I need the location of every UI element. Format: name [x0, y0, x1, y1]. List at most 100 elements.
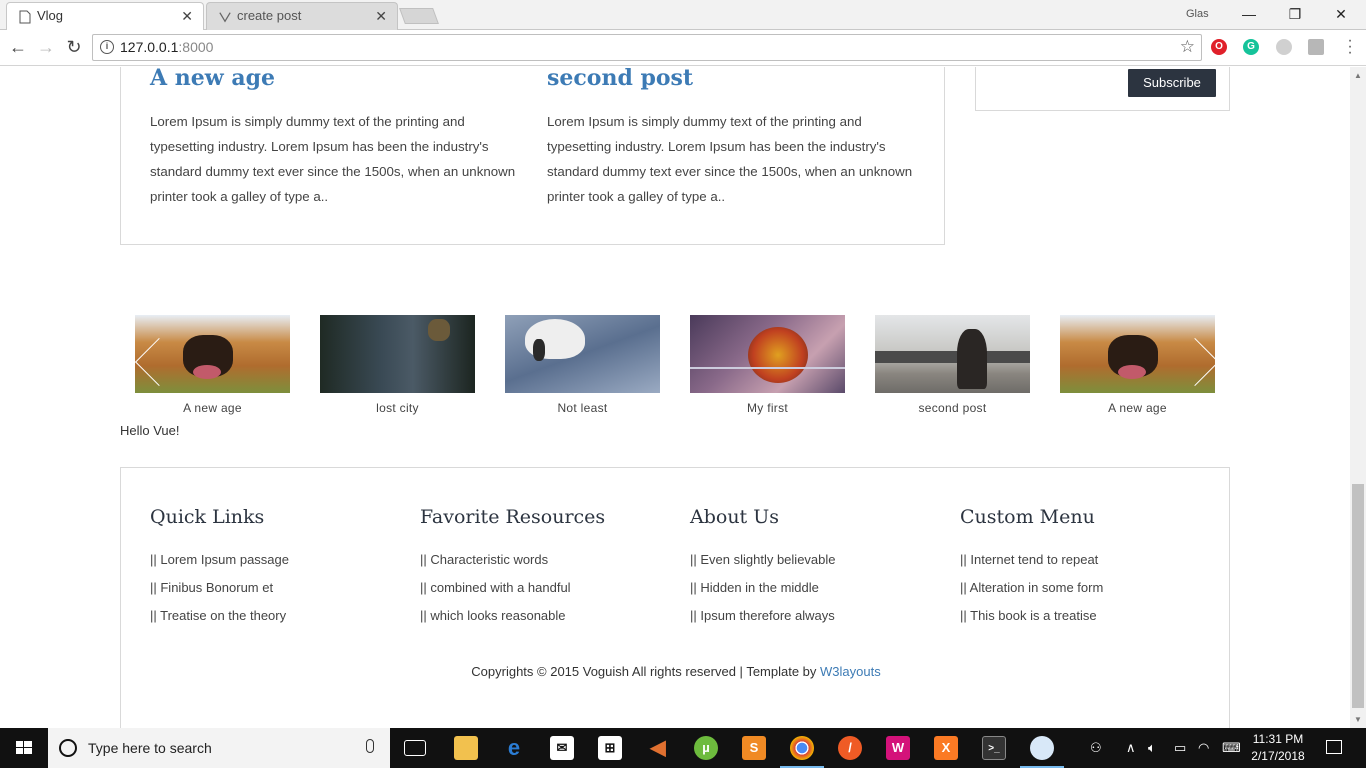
posts-panel: A new age Lorem Ipsum is simply dummy te…	[120, 67, 945, 245]
post-title[interactable]: second post	[547, 67, 693, 91]
action-center-icon[interactable]	[1326, 740, 1342, 754]
info-icon[interactable]: i	[100, 40, 114, 54]
footer-link[interactable]: || Hidden in the middle	[690, 574, 940, 602]
scroll-up-icon[interactable]: ▲	[1354, 71, 1362, 80]
footer-column-custom-menu: Custom Menu || Internet tend to repeat |…	[960, 506, 1210, 630]
post-title[interactable]: A new age	[150, 67, 275, 91]
footer-heading: Favorite Resources	[420, 506, 606, 528]
carousel-slide[interactable]: My first	[690, 315, 845, 415]
slide-caption: Not least	[557, 401, 608, 415]
battery-icon[interactable]: ▭	[1174, 740, 1186, 756]
profile-label[interactable]: Glas	[1186, 8, 1209, 20]
street-image	[875, 315, 1030, 393]
scrollbar-thumb[interactable]	[1352, 484, 1364, 708]
new-tab-button[interactable]	[399, 8, 439, 24]
minimize-button[interactable]: —	[1226, 0, 1272, 30]
carousel-slide[interactable]: lost city	[320, 315, 475, 415]
scroll-down-icon[interactable]: ▼	[1354, 715, 1362, 724]
tab-title: Vlog	[37, 8, 64, 23]
file-explorer-icon[interactable]	[454, 736, 478, 760]
footer-link[interactable]: || Internet tend to repeat	[960, 546, 1210, 574]
bookmark-star-icon[interactable]: ☆	[1180, 37, 1195, 57]
wifi-icon[interactable]: ◠	[1198, 740, 1209, 756]
footer-link[interactable]: || Treatise on the theory	[150, 602, 400, 630]
window-close-button[interactable]: ✕	[1318, 0, 1364, 30]
w3layouts-link[interactable]: W3layouts	[820, 664, 881, 679]
chevron-up-icon[interactable]: ∧	[1126, 740, 1136, 756]
slide-caption: second post	[918, 401, 987, 415]
wamp-icon[interactable]: W	[886, 736, 910, 760]
forward-icon[interactable]: →	[34, 36, 58, 60]
clock-date: 2/17/2018	[1251, 749, 1305, 763]
people-icon[interactable]: ⚇	[1090, 740, 1102, 756]
image-carousel: A new age lost city Not least My first s…	[120, 315, 1230, 425]
footer-heading: Quick Links	[150, 506, 265, 528]
postman-icon[interactable]: /	[838, 736, 862, 760]
back-icon[interactable]: ←	[6, 36, 30, 60]
volume-icon[interactable]: 🔈︎	[1148, 740, 1156, 756]
speaker-app-icon[interactable]: ◀	[646, 736, 670, 760]
xampp-icon[interactable]: X	[934, 736, 958, 760]
footer-column-about-us: About Us || Even slightly believable || …	[690, 506, 940, 630]
post-excerpt: Lorem Ipsum is simply dummy text of the …	[547, 114, 913, 204]
slide-caption: My first	[746, 401, 789, 415]
slide-caption: A new age	[1108, 401, 1167, 415]
page-viewport: A new age Lorem Ipsum is simply dummy te…	[0, 67, 1350, 728]
page-scrollbar[interactable]: ▲ ▼	[1350, 67, 1366, 728]
footer-link[interactable]: || Characteristic words	[420, 546, 670, 574]
utorrent-icon[interactable]: µ	[694, 736, 718, 760]
footer-heading: Custom Menu	[960, 506, 1095, 528]
footer-link[interactable]: || Finibus Bonorum et	[150, 574, 400, 602]
taskbar-search[interactable]: Type here to search	[48, 728, 390, 768]
footer-column-favorite-resources: Favorite Resources || Characteristic wor…	[420, 506, 670, 630]
start-button[interactable]	[0, 728, 48, 768]
tab-strip: Vlog ✕ create post ✕ Glas — ❐ ✕	[0, 0, 1366, 31]
clock-time: 11:31 PM	[1252, 732, 1304, 746]
sublime-text-icon[interactable]: S	[742, 736, 766, 760]
copyright-text: Copyrights © 2015 Voguish All rights res…	[471, 664, 821, 679]
carousel-slide[interactable]: second post	[875, 315, 1030, 415]
tab-create-post[interactable]: create post ✕	[206, 2, 398, 30]
subscribe-button[interactable]: Subscribe	[1128, 69, 1216, 97]
windows-taskbar: Type here to search e ✉ ⊞ ◀ µ S / W X >_…	[0, 728, 1366, 768]
footer-link[interactable]: || Ipsum therefore always	[690, 602, 940, 630]
address-bar[interactable]: i 127.0.0.1:8000 ☆	[92, 34, 1202, 61]
tab-vlog[interactable]: Vlog ✕	[6, 2, 204, 31]
menu-icon[interactable]: · · ·	[1346, 33, 1354, 61]
hello-text: Hello Vue!	[120, 423, 180, 438]
copyright: Copyrights © 2015 Voguish All rights res…	[121, 664, 1231, 679]
close-icon[interactable]: ✕	[181, 3, 193, 29]
search-placeholder: Type here to search	[88, 740, 212, 756]
task-view-icon[interactable]	[404, 740, 426, 756]
footer-link[interactable]: || Even slightly believable	[690, 546, 940, 574]
footer-link[interactable]: || This book is a treatise	[960, 602, 1210, 630]
clock[interactable]: 11:31 PM 2/17/2018	[1248, 731, 1308, 765]
keyboard-icon[interactable]: ⌨︎	[1222, 740, 1241, 756]
mail-icon[interactable]: ✉	[550, 736, 574, 760]
slide-caption: A new age	[183, 401, 242, 415]
restore-button[interactable]: ❐	[1272, 0, 1318, 30]
terminal-icon[interactable]: >_	[982, 736, 1006, 760]
footer-link[interactable]: || combined with a handful	[420, 574, 670, 602]
extension-icon[interactable]	[1276, 39, 1292, 55]
grammarly-extension-icon[interactable]: G	[1243, 39, 1259, 55]
footer-link[interactable]: || Lorem Ipsum passage	[150, 546, 400, 574]
edge-icon[interactable]: e	[502, 736, 526, 760]
close-icon[interactable]: ✕	[375, 3, 387, 29]
windows-logo-icon	[16, 741, 32, 754]
footer-link[interactable]: || Alteration in some form	[960, 574, 1210, 602]
reload-icon[interactable]: ↻	[62, 36, 86, 60]
pdf-extension-icon[interactable]	[1308, 39, 1324, 55]
swan-image	[505, 315, 660, 393]
opera-extension-icon[interactable]: O	[1211, 39, 1227, 55]
vue-icon	[219, 12, 231, 23]
cortana-icon	[59, 739, 77, 757]
footer-link[interactable]: || which looks reasonable	[420, 602, 670, 630]
paint-icon[interactable]	[1030, 736, 1054, 760]
store-icon[interactable]: ⊞	[598, 736, 622, 760]
chrome-icon[interactable]	[790, 736, 814, 760]
url-text: 127.0.0.1:8000	[120, 39, 214, 55]
footer: Quick Links || Lorem Ipsum passage || Fi…	[120, 467, 1230, 728]
carousel-slide[interactable]: Not least	[505, 315, 660, 415]
microphone-icon[interactable]	[366, 739, 374, 753]
